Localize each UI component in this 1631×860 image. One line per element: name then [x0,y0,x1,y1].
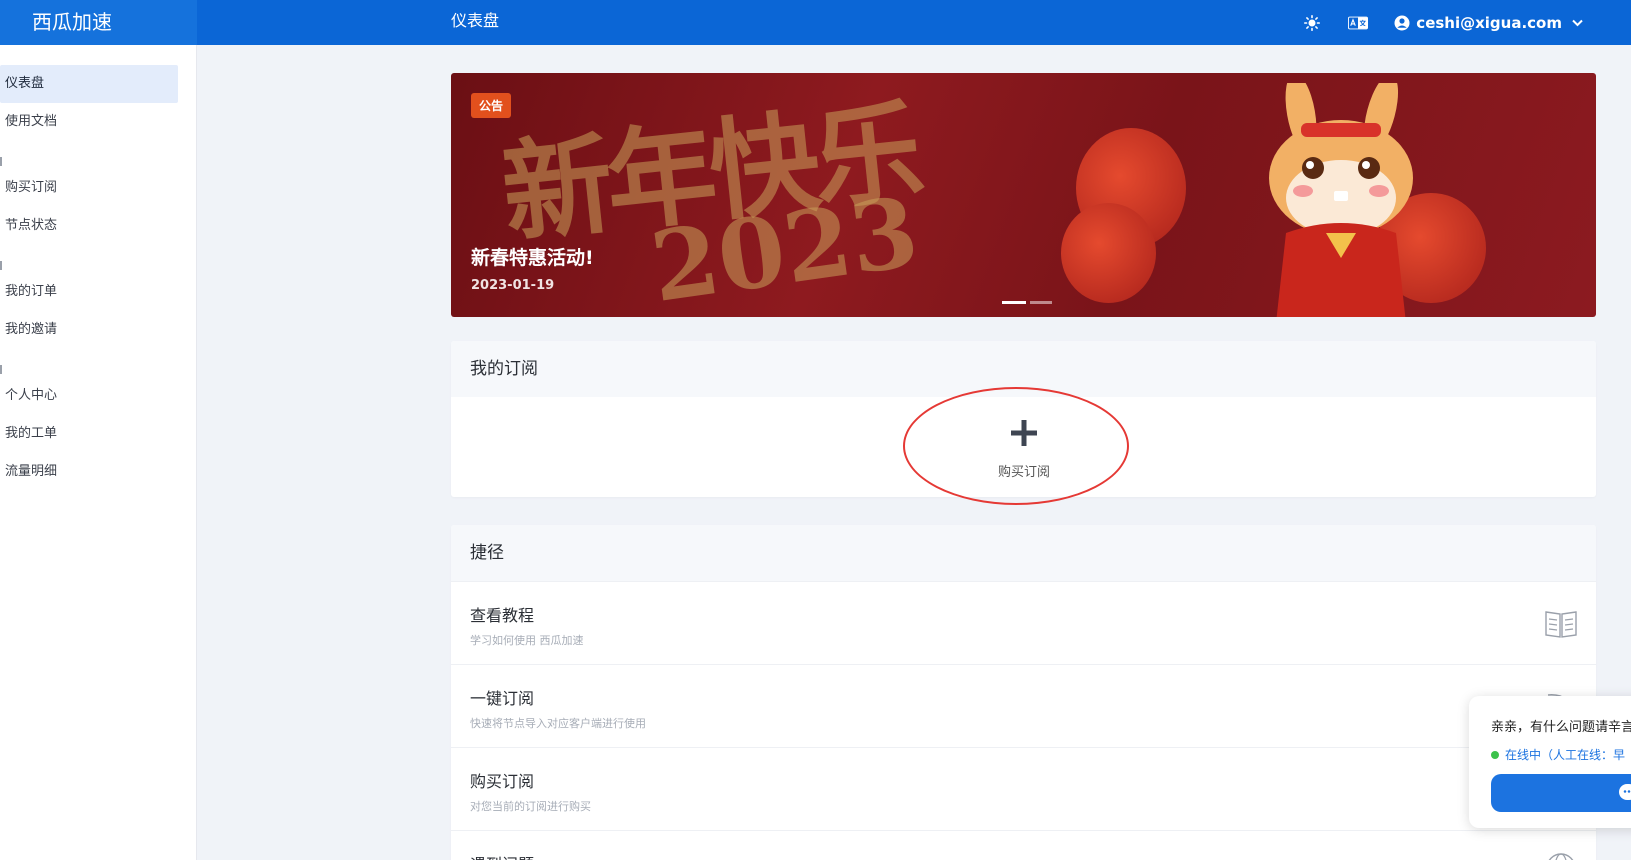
sidebar-item-dashboard[interactable]: 仪表盘 [0,65,178,103]
subscription-card-body: 购买订阅 [451,387,1596,505]
sidebar-item-tickets[interactable]: 我的工单 [0,415,196,453]
shortcut-description: 对您当前的订阅进行购买 [470,800,591,813]
sidebar-item-traffic[interactable]: 流量明细 [0,453,196,491]
sidebar-group-user: 个人中心 我的工单 流量明细 [0,377,196,491]
shortcut-one-click-subscribe[interactable]: 一键订阅 快速将节点导入对应客户端进行使用 [451,664,1596,747]
sidebar-group-divider [0,257,196,273]
sidebar-group-subscription: 购买订阅 节点状态 [0,169,196,245]
shortcut-description: 学习如何使用 西瓜加速 [470,634,584,647]
sidebar: 仪表盘 使用文档 购买订阅 节点状态 我的订单 我的邀请 个人中心 我的工单 流… [0,45,197,860]
book-icon [1545,611,1577,638]
sidebar-group-divider [0,361,196,377]
shortcut-tutorial[interactable]: 查看教程 学习如何使用 西瓜加速 [451,581,1596,664]
sidebar-item-node-status[interactable]: 节点状态 [0,207,196,245]
brand-logo[interactable]: 西瓜加速 [0,0,197,45]
rabbit-illustration [1269,83,1413,317]
user-menu[interactable]: ceshi@xigua.com [1394,14,1583,32]
shortcuts-card: 捷径 查看教程 学习如何使用 西瓜加速 一键订阅 快速将节点导入对应客户端进行使… [451,525,1596,860]
chat-status: 在线中（人工在线：早 [1491,746,1625,763]
shortcut-title: 一键订阅 [470,689,535,708]
sidebar-group-finance: 我的订单 我的邀请 [0,273,196,349]
top-actions: ceshi@xigua.com [1302,0,1583,45]
shortcut-description: 快速将节点导入对应客户端进行使用 [470,717,646,730]
carousel-indicators [1002,301,1052,304]
chat-status-text: 在线中（人工在线：早 [1505,748,1626,762]
sidebar-item-buy-subscription[interactable]: 购买订阅 [0,169,196,207]
announcement-banner[interactable]: 新年快乐 2023 公告 新春特惠活动! 2023-01-19 [451,73,1596,317]
translate-icon [1348,16,1369,29]
main-content: 新年快乐 2023 公告 新春特惠活动! 2023-01-19 我的订阅 购买订… [451,73,1596,860]
banner-date: 2023-01-19 [471,278,555,293]
banner-title: 新春特惠活动! [471,247,594,269]
globe-icon [1548,853,1574,860]
subscription-card: 我的订阅 购买订阅 [451,341,1596,505]
sidebar-item-invites[interactable]: 我的邀请 [0,311,196,349]
chat-message: 亲亲，有什么问题请辛言 [1491,720,1631,735]
top-bar: 西瓜加速 仪表盘 ceshi@xigua.com [0,0,1631,45]
shortcuts-card-title: 捷径 [451,525,1596,581]
plus-icon [969,415,1079,455]
sidebar-group-dashboard: 仪表盘 使用文档 [0,65,196,141]
shortcut-title: 购买订阅 [470,772,535,791]
user-email: ceshi@xigua.com [1416,13,1562,32]
carousel-dot[interactable] [1030,301,1052,304]
sun-icon [1304,14,1321,31]
carousel-dot[interactable] [1002,301,1026,304]
open-chat-button[interactable] [1491,774,1631,812]
user-avatar-icon [1394,15,1410,30]
buy-subscription-label: 购买订阅 [997,465,1050,480]
announcement-badge: 公告 [471,93,512,118]
shortcut-help[interactable]: 遇到问题 [451,830,1596,860]
sidebar-item-orders[interactable]: 我的订单 [0,273,196,311]
language-button[interactable] [1348,13,1369,33]
shortcut-title: 遇到问题 [470,851,1596,860]
sidebar-item-docs[interactable]: 使用文档 [0,103,196,141]
chat-bubble-icon [1619,784,1631,800]
online-status-dot [1491,750,1499,759]
page-title: 仪表盘 [451,11,500,30]
theme-toggle-button[interactable] [1302,13,1322,33]
sidebar-item-profile[interactable]: 个人中心 [0,377,196,415]
chevron-down-icon [1572,16,1583,30]
subscription-card-title: 我的订阅 [451,341,1596,397]
lantern-image [1061,203,1156,303]
shortcut-buy-subscription[interactable]: 购买订阅 对您当前的订阅进行购买 [451,747,1596,830]
chat-widget[interactable]: 亲亲，有什么问题请辛言 在线中（人工在线：早 [1469,696,1631,828]
shortcut-title: 查看教程 [470,606,535,625]
buy-subscription-button[interactable]: 购买订阅 [969,415,1079,480]
sidebar-group-divider [0,153,196,169]
